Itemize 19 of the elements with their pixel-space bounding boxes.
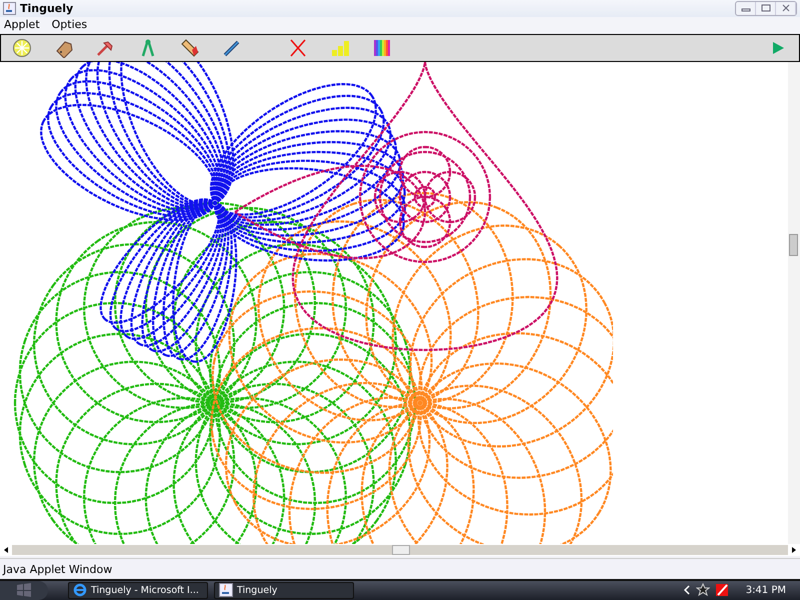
close-icon	[780, 4, 790, 12]
java-cup-icon	[3, 2, 16, 15]
status-text: Java Applet Window	[3, 562, 112, 576]
chevron-icon[interactable]	[682, 585, 691, 596]
star-icon[interactable]	[696, 583, 710, 598]
globe-icon	[73, 583, 87, 598]
taskbar-button[interactable]: Tinguely - Microsoft I...	[68, 582, 208, 599]
windows-logo-icon	[16, 583, 32, 598]
menu-item[interactable]: Opties	[52, 18, 88, 32]
window-title: Tinguely	[20, 2, 74, 15]
menu-item[interactable]: Applet	[4, 18, 40, 32]
taskbar-button[interactable]: Tinguely	[214, 582, 354, 599]
clock: 3:41 PM	[746, 584, 786, 596]
maximize-icon	[760, 4, 770, 12]
scroll-thumb[interactable]	[392, 545, 410, 556]
vertical-scrollbar[interactable]	[788, 62, 800, 544]
java-cup-icon	[219, 583, 233, 598]
scroll-thumb[interactable]	[789, 234, 798, 256]
start-button[interactable]	[0, 580, 48, 600]
